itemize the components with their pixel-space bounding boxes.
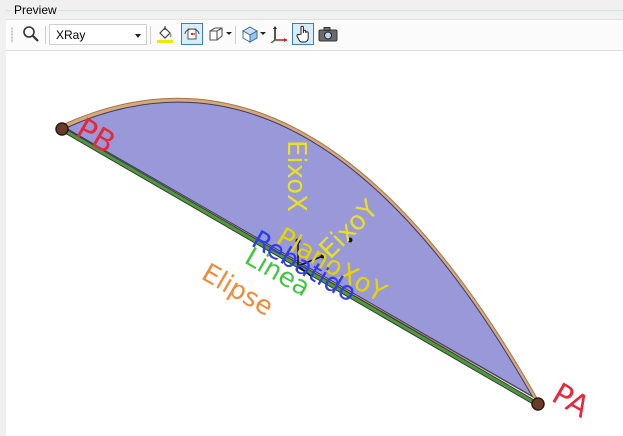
chevron-down-icon[interactable] — [260, 32, 266, 35]
select-mode-button[interactable] — [292, 23, 314, 45]
view-cube-button[interactable] — [205, 23, 227, 45]
label-eixo-x: EixoX — [281, 140, 311, 212]
toolbar-grip[interactable] — [11, 27, 13, 43]
magnifier-icon — [23, 26, 39, 42]
projection-button[interactable] — [239, 23, 261, 45]
preview-group-title: Preview — [12, 3, 59, 17]
display-mode-select[interactable]: XRay — [49, 24, 147, 45]
scene-canvas[interactable]: PB PA EixoX EixoY PlanoXoY Rebatido Line… — [6, 51, 623, 436]
preview-toolbar: XRay — [6, 19, 623, 51]
toolbar-separator — [150, 26, 151, 44]
toolbar-separator — [45, 26, 46, 44]
toolbar-separator — [235, 26, 236, 44]
display-mode-value: XRay — [56, 28, 86, 42]
fill-color-button[interactable] — [154, 23, 176, 45]
group-border — [6, 10, 623, 11]
label-pa: PA — [546, 377, 596, 426]
iso-cube-icon — [241, 26, 259, 43]
paint-bucket-icon — [157, 26, 173, 43]
point-pa-marker[interactable] — [531, 397, 545, 411]
rotate-cube-icon — [184, 28, 200, 40]
point-pb-marker[interactable] — [55, 122, 69, 136]
screenshot-button[interactable] — [317, 23, 339, 45]
hand-pointer-icon — [296, 25, 309, 43]
axes-icon — [270, 26, 287, 43]
zoom-button[interactable] — [20, 23, 42, 45]
chevron-down-icon — [135, 34, 141, 38]
rotate-view-button[interactable] — [181, 23, 203, 45]
axes-button[interactable] — [268, 23, 290, 45]
chevron-down-icon[interactable] — [226, 32, 232, 35]
cube-icon — [209, 27, 223, 41]
camera-icon — [318, 27, 338, 42]
preview-viewport[interactable]: PB PA EixoX EixoY PlanoXoY Rebatido Line… — [6, 51, 623, 436]
